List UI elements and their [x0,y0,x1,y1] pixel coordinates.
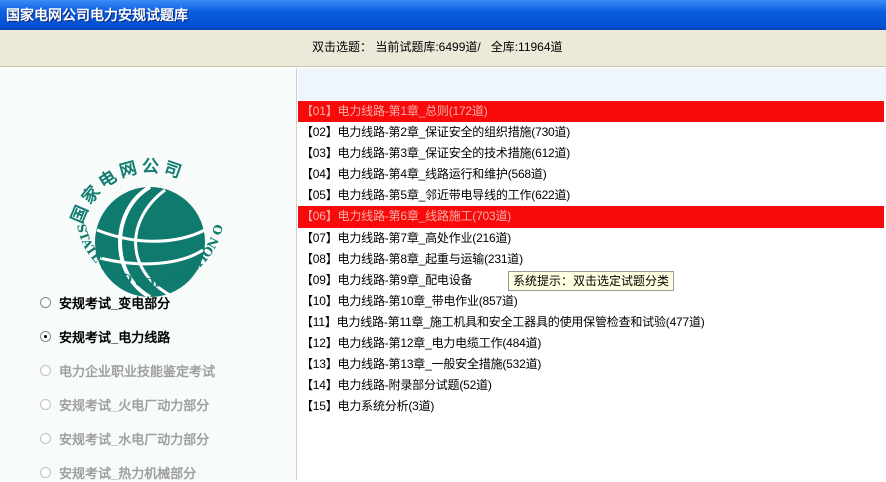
category-label: 安规考试_火电厂动力部分 [59,398,210,413]
chapter-list-item[interactable]: 【06】电力线路-第6章_线路施工(703道) [298,206,884,228]
category-radio[interactable]: 电力企业职业技能鉴定考试 [40,361,290,380]
category-label: 安规考试_电力线路 [59,330,171,345]
category-radio[interactable]: 安规考试_火电厂动力部分 [40,395,290,414]
question-count-status: 双击选题： 当前试题库:6499道/ 全库:11964道 [312,40,563,54]
chapter-list-item[interactable]: 【01】电力线路-第1章_总则(172道) [298,101,884,123]
chapter-panel: 【01】电力线路-第1章_总则(172道) 【02】电力线路-第2章_保证安全的组… [298,68,886,480]
chapter-list-item[interactable]: 【05】电力线路-第5章_邻近带电导线的工作(622道) [298,185,884,206]
chapter-list-item[interactable]: 【14】电力线路-附录部分试题(52道) [298,375,884,396]
radio-button-icon[interactable] [40,331,51,342]
category-label: 安规考试_热力机械部分 [59,466,197,481]
chapter-list-item[interactable]: 【04】电力线路-第4章_线路运行和维护(568道) [298,164,884,185]
window-title: 国家电网公司电力安规试题库 [0,0,886,30]
chapter-list[interactable]: 【01】电力线路-第1章_总则(172道) 【02】电力线路-第2章_保证安全的组… [298,101,884,417]
system-tooltip: 系统提示：双击选定试题分类 [508,271,675,291]
radio-button-icon[interactable] [40,467,51,478]
toolbar: 双击选题： 当前试题库:6499道/ 全库:11964道 [0,30,886,67]
category-label: 安规考试_变电部分 [59,296,171,311]
category-radio[interactable]: 安规考试_变电部分 [40,293,290,312]
radio-button-icon[interactable] [40,297,51,308]
radio-button-icon[interactable] [40,433,51,444]
chapter-list-item[interactable]: 【02】电力线路-第2章_保证安全的组织措施(730道) [298,122,884,143]
category-label: 安规考试_水电厂动力部分 [59,432,210,447]
category-radio[interactable]: 安规考试_电力线路 [40,327,290,346]
list-header-strip [298,68,886,100]
chapter-list-item[interactable]: 【11】电力线路-第11章_施工机具和安全工器具的使用保管检查和试验(477道) [298,312,884,333]
chapter-list-item[interactable]: 【15】电力系统分析(3道) [298,396,884,417]
category-radio[interactable]: 安规考试_水电厂动力部分 [40,429,290,448]
chapter-list-item[interactable]: 【10】电力线路-第10章_带电作业(857道) [298,291,884,312]
category-panel: 国家电网公司 STATE GRID CORPORATION OF CHINA 安… [0,68,297,482]
chapter-list-item[interactable]: 【12】电力线路-第12章_电力电缆工作(484道) [298,333,884,354]
chapter-list-item[interactable]: 【03】电力线路-第3章_保证安全的技术措施(612道) [298,143,884,164]
chapter-list-item[interactable]: 【13】电力线路-第13章_一般安全措施(532道) [298,354,884,375]
category-label: 电力企业职业技能鉴定考试 [59,364,216,379]
radio-button-icon[interactable] [40,399,51,410]
chapter-list-item[interactable]: 【07】电力线路-第7章_高处作业(216道) [298,228,884,249]
radio-button-icon[interactable] [40,365,51,376]
category-radio[interactable]: 安规考试_热力机械部分 [40,463,290,482]
chapter-list-item[interactable]: 【08】电力线路-第8章_起重与运输(231道) [298,249,884,270]
